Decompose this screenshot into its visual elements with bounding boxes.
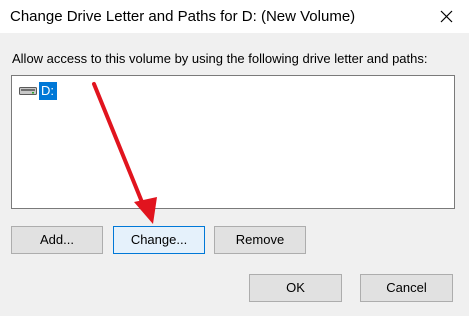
close-button[interactable] [425,0,469,33]
window-title: Change Drive Letter and Paths for D: (Ne… [10,8,356,25]
add-button[interactable]: Add... [11,226,103,254]
change-button[interactable]: Change... [113,226,205,254]
paths-listbox[interactable]: D: [11,75,455,209]
ok-button[interactable]: OK [249,274,342,302]
list-item-drive-d[interactable]: D: [19,82,57,100]
drive-icon [19,87,37,95]
cancel-button[interactable]: Cancel [360,274,453,302]
title-bar: Change Drive Letter and Paths for D: (Ne… [0,0,469,33]
instruction-label: Allow access to this volume by using the… [12,51,428,66]
remove-button[interactable]: Remove [214,226,306,254]
list-item-label: D: [39,82,57,100]
close-icon [440,10,453,23]
dialog-window: Change Drive Letter and Paths for D: (Ne… [0,0,469,316]
